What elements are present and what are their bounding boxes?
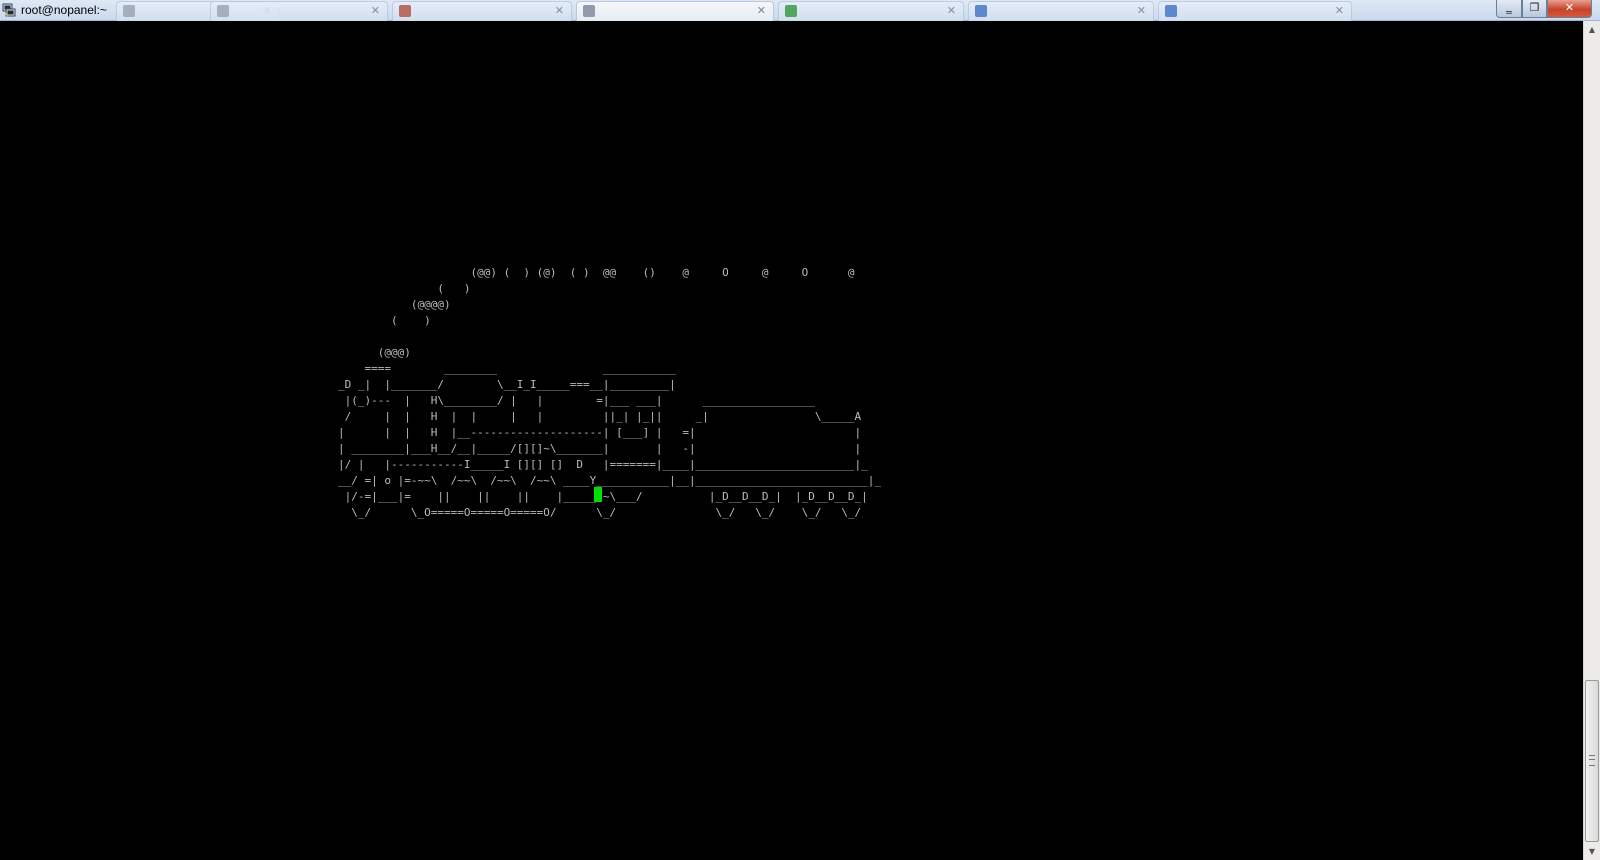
tab-close-icon[interactable]: ✕ (1137, 4, 1146, 17)
terminal-cursor (594, 487, 602, 502)
close-icon: ✕ (1564, 1, 1575, 14)
window-title: root@nopanel:~ (21, 3, 107, 17)
background-tab[interactable]: ✕ (210, 1, 388, 21)
tab-close-icon[interactable]: ✕ (1335, 4, 1344, 17)
terminal-area[interactable]: (@@) ( ) (@) ( ) @@ () @ O @ O @ ( ) (@@… (0, 21, 1583, 860)
minimize-icon: ‗ (1506, 1, 1512, 14)
background-tab[interactable]: ✕ (1158, 1, 1352, 21)
tab-close-icon[interactable]: ✕ (947, 4, 956, 17)
title-bar[interactable]: root@nopanel:~ ✕ ✕ ✕ ✕ ✕ ✕ ‗ ❐ ✕ (0, 0, 1600, 21)
tab-favicon-icon (399, 5, 411, 17)
steam-locomotive-ascii-art: (@@) ( ) (@) ( ) @@ () @ O @ O @ ( ) (@@… (338, 266, 882, 519)
background-tab[interactable]: ✕ (968, 1, 1154, 21)
scroll-up-arrow-icon[interactable]: ▲ (1584, 21, 1600, 38)
tab-favicon-icon (217, 5, 229, 17)
close-button[interactable]: ✕ (1547, 0, 1592, 18)
vertical-scrollbar[interactable]: ▲ ▼ (1583, 21, 1600, 860)
putty-window: root@nopanel:~ ✕ ✕ ✕ ✕ ✕ ✕ ‗ ❐ ✕ (@@) (… (0, 0, 1600, 860)
tab-favicon-icon (123, 5, 135, 17)
maximize-button[interactable]: ❐ (1522, 0, 1547, 18)
tab-close-icon[interactable]: ✕ (555, 4, 564, 17)
background-tab[interactable]: ✕ (392, 1, 572, 21)
tab-favicon-icon (1165, 5, 1177, 17)
maximize-icon: ❐ (1529, 1, 1540, 14)
tab-favicon-icon (583, 5, 595, 17)
background-tab-active[interactable]: ✕ (576, 1, 774, 21)
scrollbar-thumb[interactable] (1585, 680, 1599, 842)
tab-close-icon[interactable]: ✕ (371, 4, 380, 17)
grip-icon (1589, 755, 1595, 766)
minimize-button[interactable]: ‗ (1496, 0, 1522, 18)
scroll-down-arrow-icon[interactable]: ▼ (1584, 843, 1600, 860)
putty-terminal-icon (2, 3, 16, 17)
tab-favicon-icon (785, 5, 797, 17)
background-tab[interactable]: ✕ (778, 1, 964, 21)
tab-close-icon[interactable]: ✕ (757, 4, 766, 17)
tab-favicon-icon (975, 5, 987, 17)
